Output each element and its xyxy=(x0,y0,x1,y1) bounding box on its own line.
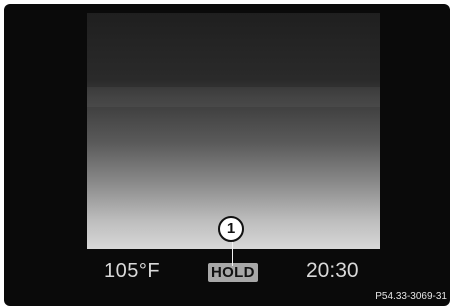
camera-view-screen xyxy=(87,13,380,249)
display-bezel: 105°F HOLD 20:30 1 P54.33-3069-31 xyxy=(4,4,450,306)
outside-temperature: 105°F xyxy=(104,260,161,282)
callout-marker: 1 xyxy=(218,216,244,242)
reference-code: P54.33-3069-31 xyxy=(375,291,447,302)
screen-band xyxy=(87,87,380,107)
clock-time: 20:30 xyxy=(306,259,359,282)
